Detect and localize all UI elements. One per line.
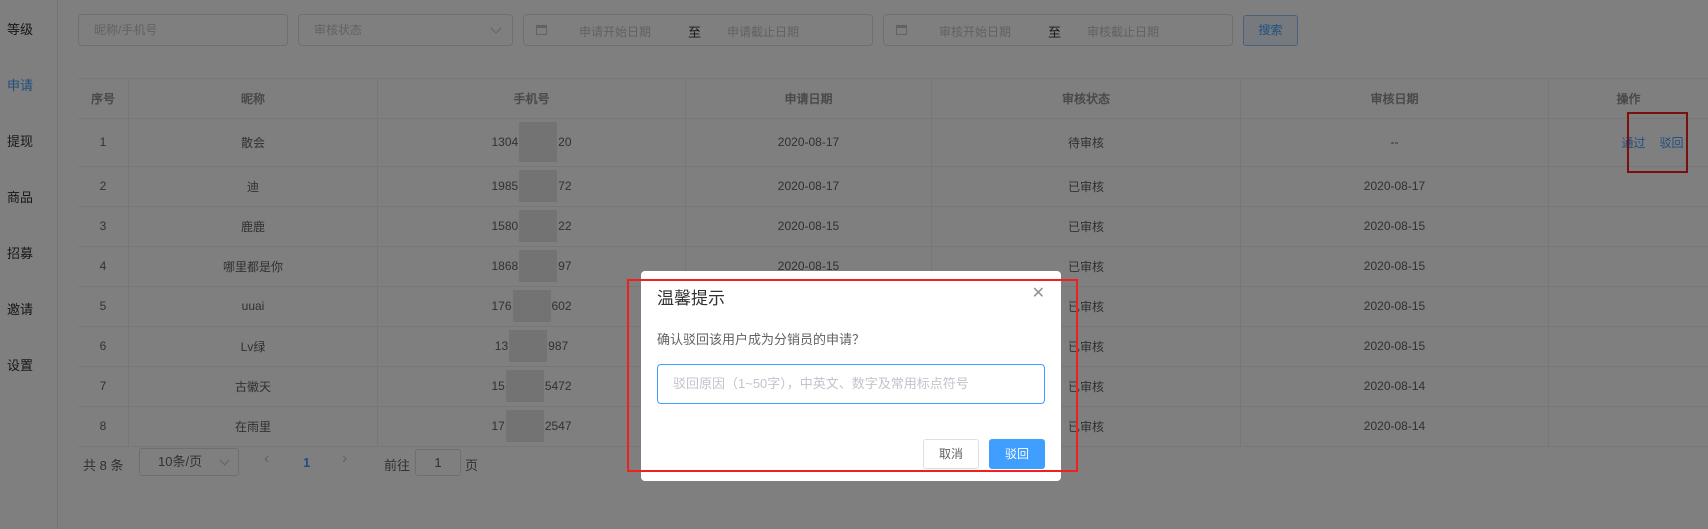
highlight-dialog (627, 279, 1078, 472)
